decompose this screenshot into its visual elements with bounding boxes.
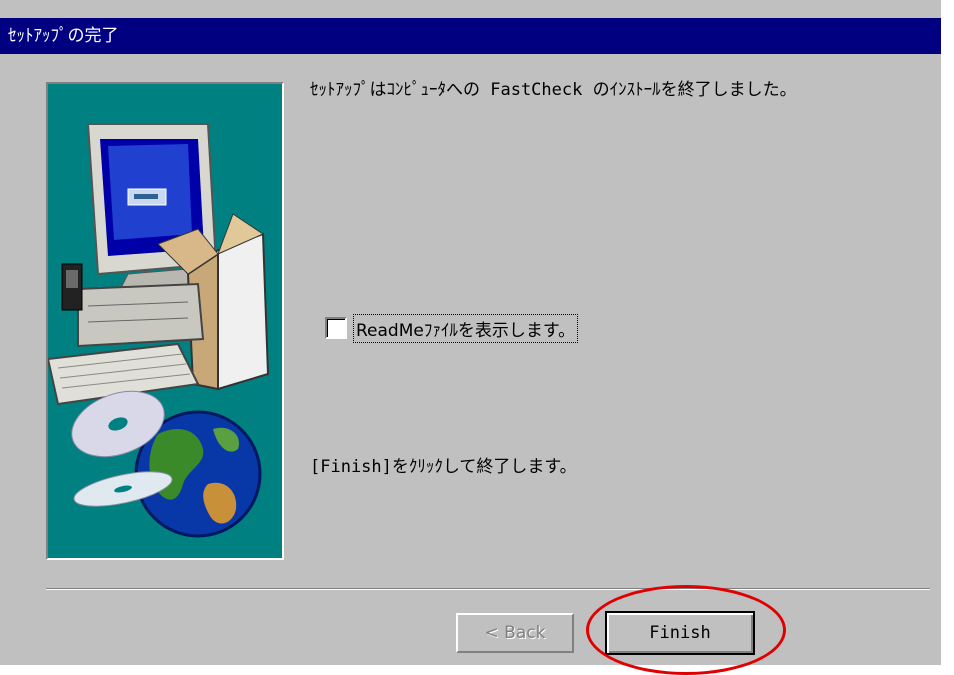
- setup-illustration: [46, 82, 284, 560]
- back-button-label: < Back: [484, 623, 546, 643]
- readme-checkbox[interactable]: [325, 317, 347, 339]
- back-button[interactable]: < Back: [456, 613, 574, 653]
- readme-checkbox-label[interactable]: ReadMeﾌｧｲﾙを表示します。: [353, 313, 579, 343]
- computer-globe-illustration: [48, 123, 270, 538]
- completion-message: ｾｯﾄｱｯﾌﾟはｺﾝﾋﾟｭｰﾀへの FastCheck のｲﾝｽﾄｰﾙを終了しま…: [310, 80, 797, 100]
- highlight-circle-annotation: [586, 585, 786, 675]
- left-edge: [0, 54, 10, 665]
- title-bar[interactable]: ｾｯﾄｱｯﾌﾟの完了: [0, 18, 941, 54]
- readme-option[interactable]: ReadMeﾌｧｲﾙを表示します。: [325, 313, 579, 343]
- finish-instruction: [Finish]をｸﾘｯｸして終了します。: [310, 457, 577, 477]
- setup-complete-dialog: ｾｯﾄｱｯﾌﾟの完了 ｾｯﾄｱｯﾌﾟはｺﾝﾋﾟｭｰﾀへの FastCheck の…: [0, 0, 941, 665]
- separator-line: [46, 588, 930, 590]
- window-title: ｾｯﾄｱｯﾌﾟの完了: [8, 26, 119, 46]
